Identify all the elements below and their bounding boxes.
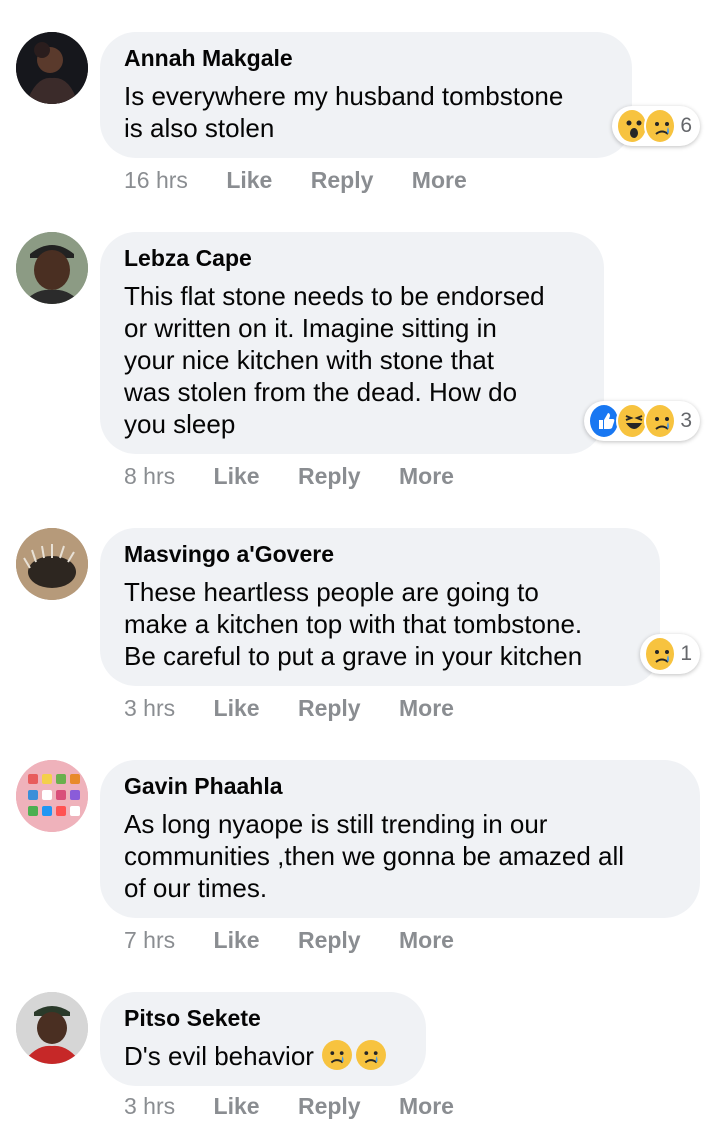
reaction-summary[interactable]: 6 bbox=[612, 106, 700, 146]
comment-timestamp[interactable]: 16 hrs bbox=[124, 165, 188, 195]
comment-bubble: Pitso Sekete D's evil behavior bbox=[100, 992, 426, 1086]
reaction-count: 6 bbox=[680, 114, 692, 137]
more-button[interactable]: More bbox=[399, 461, 454, 491]
comment-text: These heartless people are going to make… bbox=[124, 577, 583, 671]
comment-timestamp[interactable]: 3 hrs bbox=[124, 693, 175, 723]
comment-timestamp[interactable]: 7 hrs bbox=[124, 925, 175, 955]
more-button[interactable]: More bbox=[399, 693, 454, 723]
reply-button[interactable]: Reply bbox=[298, 461, 361, 491]
comment-text: Is everywhere my husband tombstone is al… bbox=[124, 81, 564, 143]
comment-text-content: D's evil behavior bbox=[124, 1041, 314, 1071]
sad-icon bbox=[644, 636, 677, 672]
sad-icon bbox=[644, 108, 677, 144]
avatar[interactable] bbox=[16, 760, 88, 832]
like-button[interactable]: Like bbox=[214, 693, 260, 723]
sad-icon bbox=[644, 403, 677, 439]
reaction-summary[interactable]: 1 bbox=[640, 634, 700, 674]
more-button[interactable]: More bbox=[399, 925, 454, 955]
comment-text: D's evil behavior bbox=[124, 1040, 402, 1072]
comment-bubble: Masvingo a'Govere These heartless people… bbox=[100, 528, 660, 686]
avatar[interactable] bbox=[16, 528, 88, 600]
reaction-count: 3 bbox=[680, 409, 693, 432]
comment-timestamp[interactable]: 8 hrs bbox=[124, 461, 175, 491]
like-button[interactable]: Like bbox=[226, 165, 272, 195]
comment-text: As long nyaope is still trending in our … bbox=[124, 809, 625, 903]
comment-actions: 3 hrs Like Reply More bbox=[124, 693, 486, 723]
comment-author[interactable]: Gavin Phaahla bbox=[124, 772, 676, 800]
comment-author[interactable]: Pitso Sekete bbox=[124, 1004, 402, 1032]
more-button[interactable]: More bbox=[399, 1091, 454, 1121]
comment-actions: 3 hrs Like Reply More bbox=[124, 1091, 486, 1121]
comment-bubble: Annah Makgale Is everywhere my husband t… bbox=[100, 32, 632, 158]
avatar[interactable] bbox=[16, 232, 88, 304]
more-button[interactable]: More bbox=[412, 165, 467, 195]
reaction-count: 1 bbox=[680, 642, 692, 665]
reply-button[interactable]: Reply bbox=[298, 1091, 361, 1121]
comment-author[interactable]: Annah Makgale bbox=[124, 44, 608, 72]
comment-actions: 16 hrs Like Reply More bbox=[124, 165, 499, 195]
comment-bubble: Gavin Phaahla As long nyaope is still tr… bbox=[100, 760, 700, 918]
like-button[interactable]: Like bbox=[214, 1091, 260, 1121]
avatar[interactable] bbox=[16, 992, 88, 1064]
comment-timestamp[interactable]: 3 hrs bbox=[124, 1091, 175, 1121]
sad-icon bbox=[321, 1040, 352, 1070]
reaction-summary[interactable]: 3 bbox=[584, 401, 700, 441]
comment-actions: 8 hrs Like Reply More bbox=[124, 461, 486, 491]
comment-author[interactable]: Masvingo a'Govere bbox=[124, 540, 636, 568]
like-button[interactable]: Like bbox=[214, 925, 260, 955]
comment-bubble: Lebza Cape This flat stone needs to be e… bbox=[100, 232, 604, 454]
comment-author[interactable]: Lebza Cape bbox=[124, 244, 580, 272]
avatar[interactable] bbox=[16, 32, 88, 104]
reply-button[interactable]: Reply bbox=[298, 925, 361, 955]
reply-button[interactable]: Reply bbox=[311, 165, 374, 195]
reply-button[interactable]: Reply bbox=[298, 693, 361, 723]
like-button[interactable]: Like bbox=[214, 461, 260, 491]
sad-icon bbox=[355, 1040, 386, 1070]
comment-text: This flat stone needs to be endorsed or … bbox=[124, 281, 545, 439]
comment-actions: 7 hrs Like Reply More bbox=[124, 925, 486, 955]
